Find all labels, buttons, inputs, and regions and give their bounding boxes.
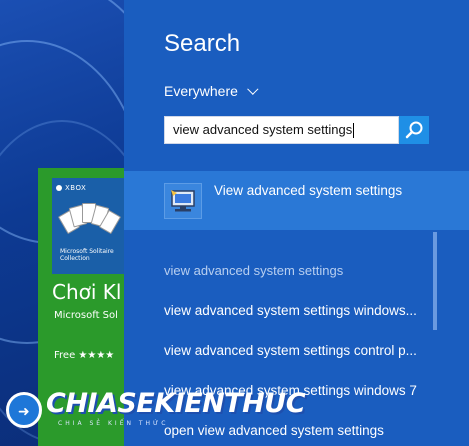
search-input[interactable]: view advanced system settings — [164, 116, 399, 144]
suggestion-item[interactable]: view advanced system settings windows... — [164, 303, 417, 318]
panel-title: Search — [164, 30, 241, 57]
best-match-label: View advanced system settings — [214, 183, 403, 198]
text-caret — [353, 123, 355, 139]
suggestion-item[interactable]: view advanced system settings — [164, 263, 343, 278]
results-scrollbar[interactable] — [433, 232, 437, 330]
solitaire-thumbnail: XBOX Microsoft Solitaire Collection — [52, 178, 124, 274]
watermark-text: CHIASEKIENTHUC — [46, 388, 306, 419]
chevron-down-icon — [247, 83, 259, 95]
system-settings-icon — [164, 183, 202, 219]
search-scope-dropdown[interactable]: Everywhere — [164, 83, 259, 99]
watermark-subtext: CHIA SẺ KIẾN THỨC — [58, 420, 169, 427]
app-rating: Free ★★★★ — [54, 350, 115, 361]
cards-icon — [57, 200, 122, 235]
app-name: Chơi Kl — [52, 280, 122, 304]
logo-badge-icon: ➜ — [6, 392, 42, 428]
tile-caption: Microsoft Solitaire Collection — [60, 248, 114, 262]
suggestion-item[interactable]: view advanced system settings control p.… — [164, 343, 417, 358]
best-match-result[interactable]: View advanced system settings — [124, 171, 469, 230]
search-query: view advanced system settings — [173, 122, 353, 137]
scope-label: Everywhere — [164, 83, 238, 99]
app-publisher: Microsoft Sol — [54, 310, 118, 321]
search-icon — [405, 121, 423, 139]
xbox-icon — [56, 185, 62, 191]
search-button[interactable] — [399, 116, 429, 144]
xbox-label: XBOX — [65, 184, 87, 192]
suggestion-item[interactable]: open view advanced system settings — [164, 423, 384, 438]
search-charm-panel: Search Everywhere view advanced system s… — [124, 0, 469, 446]
